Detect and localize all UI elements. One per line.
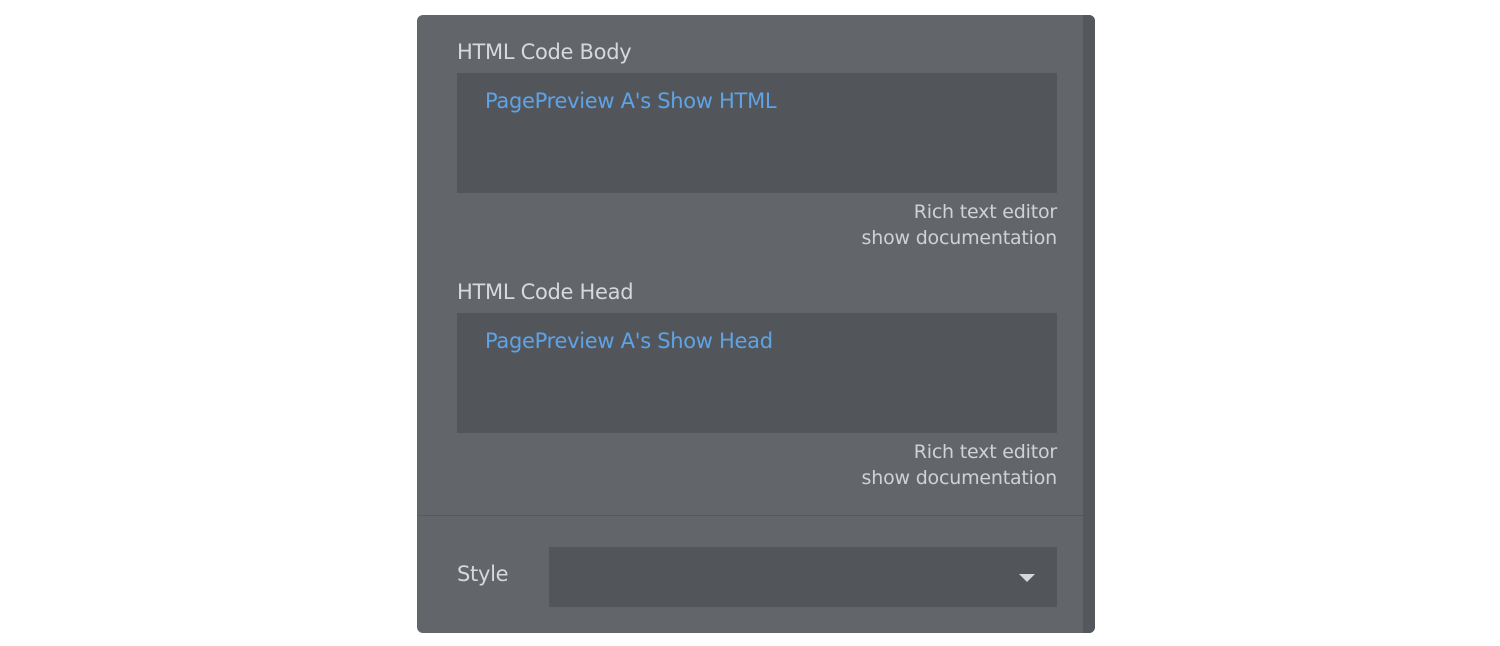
html-code-head-value[interactable]: PagePreview A's Show Head	[485, 329, 773, 353]
panel-scrollbar[interactable]	[1083, 15, 1095, 633]
rich-text-editor-link[interactable]: Rich text editor	[862, 439, 1057, 465]
html-code-head-label: HTML Code Head	[457, 280, 634, 304]
html-code-head-field[interactable]: PagePreview A's Show Head	[457, 313, 1057, 433]
chevron-down-icon[interactable]	[1019, 574, 1035, 582]
html-code-body-links: Rich text editor show documentation	[862, 199, 1058, 251]
style-dropdown[interactable]	[549, 547, 1057, 607]
html-code-head-links: Rich text editor show documentation	[862, 439, 1058, 491]
property-editor-panel: HTML Code Body PagePreview A's Show HTML…	[417, 15, 1095, 633]
rich-text-editor-link[interactable]: Rich text editor	[862, 199, 1057, 225]
html-code-body-value[interactable]: PagePreview A's Show HTML	[485, 89, 777, 113]
style-label: Style	[457, 562, 509, 586]
html-code-body-label: HTML Code Body	[457, 40, 632, 64]
section-divider	[417, 515, 1083, 516]
show-documentation-link[interactable]: show documentation	[862, 465, 1058, 491]
html-code-body-field[interactable]: PagePreview A's Show HTML	[457, 73, 1057, 193]
show-documentation-link[interactable]: show documentation	[862, 225, 1058, 251]
